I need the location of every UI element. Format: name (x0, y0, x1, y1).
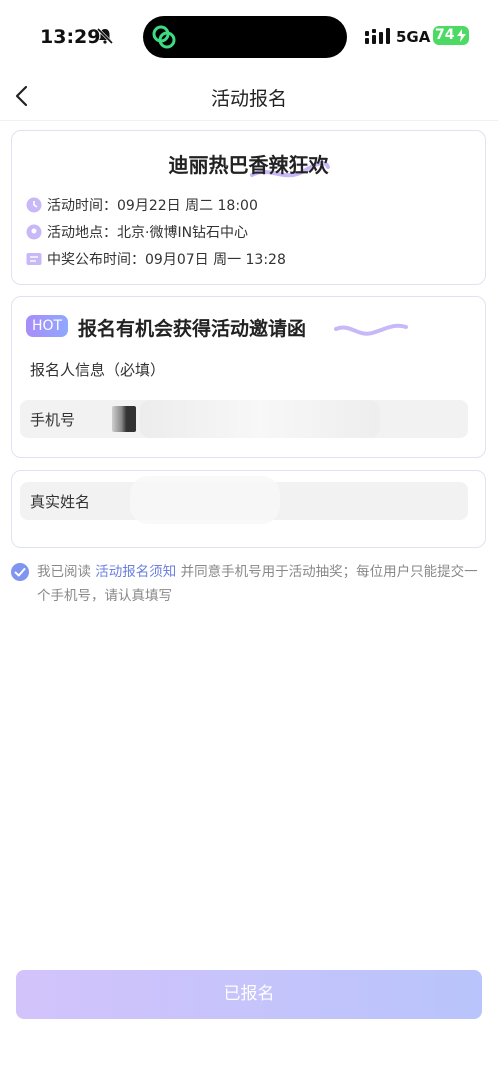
phone-label: 手机号 (30, 411, 76, 429)
signup-notice-link[interactable]: 活动报名须知 (95, 564, 176, 580)
battery-indicator: 74 (433, 26, 469, 45)
redacted-value (112, 406, 136, 432)
form-section-label: 报名人信息（必填） (30, 361, 166, 379)
submit-button[interactable]: 已报名 (16, 970, 482, 1019)
agreement-checkbox[interactable] (11, 563, 29, 581)
agreement-text: 我已阅读 活动报名须知 并同意手机号用于活动抽奖；每位用户只能提交一个手机号，请… (37, 560, 487, 608)
nav-bar: 活动报名 (0, 72, 498, 121)
hot-badge: HOT (26, 315, 68, 337)
location-icon (26, 224, 42, 240)
signup-card: HOT 报名有机会获得活动邀请函 报名人信息（必填） 手机号 (11, 296, 486, 458)
bell-slash-icon (96, 27, 114, 49)
clock-icon (26, 197, 42, 213)
event-place: 活动地点：北京·微博IN钻石中心 (47, 225, 249, 241)
battery-level: 74 (435, 27, 455, 43)
app-link-icon (150, 23, 178, 55)
event-title: 迪丽热巴香辣狂欢 (168, 153, 329, 177)
phone-field[interactable]: 手机号 (20, 400, 468, 438)
status-bar: 13:29 5GA 74 (0, 0, 498, 72)
promo-title: 报名有机会获得活动邀请函 (78, 318, 307, 340)
name-card: 真实姓名 (11, 470, 486, 548)
signal-icon (365, 28, 391, 48)
redacted-blur (130, 476, 280, 524)
charging-icon (457, 29, 466, 48)
status-time: 13:29 (40, 26, 101, 48)
page-title: 活动报名 (210, 88, 287, 110)
network-type: 5GA (396, 28, 431, 46)
announce-time: 中奖公布时间：09月07日 周一 13:28 (47, 252, 286, 268)
agreement-prefix: 我已阅读 (37, 564, 96, 580)
name-field[interactable]: 真实姓名 (20, 476, 468, 524)
decorative-squiggle-icon (334, 323, 408, 336)
redacted-blur (140, 400, 380, 438)
name-label: 真实姓名 (30, 493, 91, 511)
event-time: 活动时间：09月22日 周二 18:00 (47, 198, 258, 214)
check-icon (14, 568, 26, 577)
event-info-card: 迪丽热巴香辣狂欢 活动时间：09月22日 周二 18:00 活动地点：北京·微博… (11, 130, 486, 285)
ticket-icon (26, 251, 42, 267)
